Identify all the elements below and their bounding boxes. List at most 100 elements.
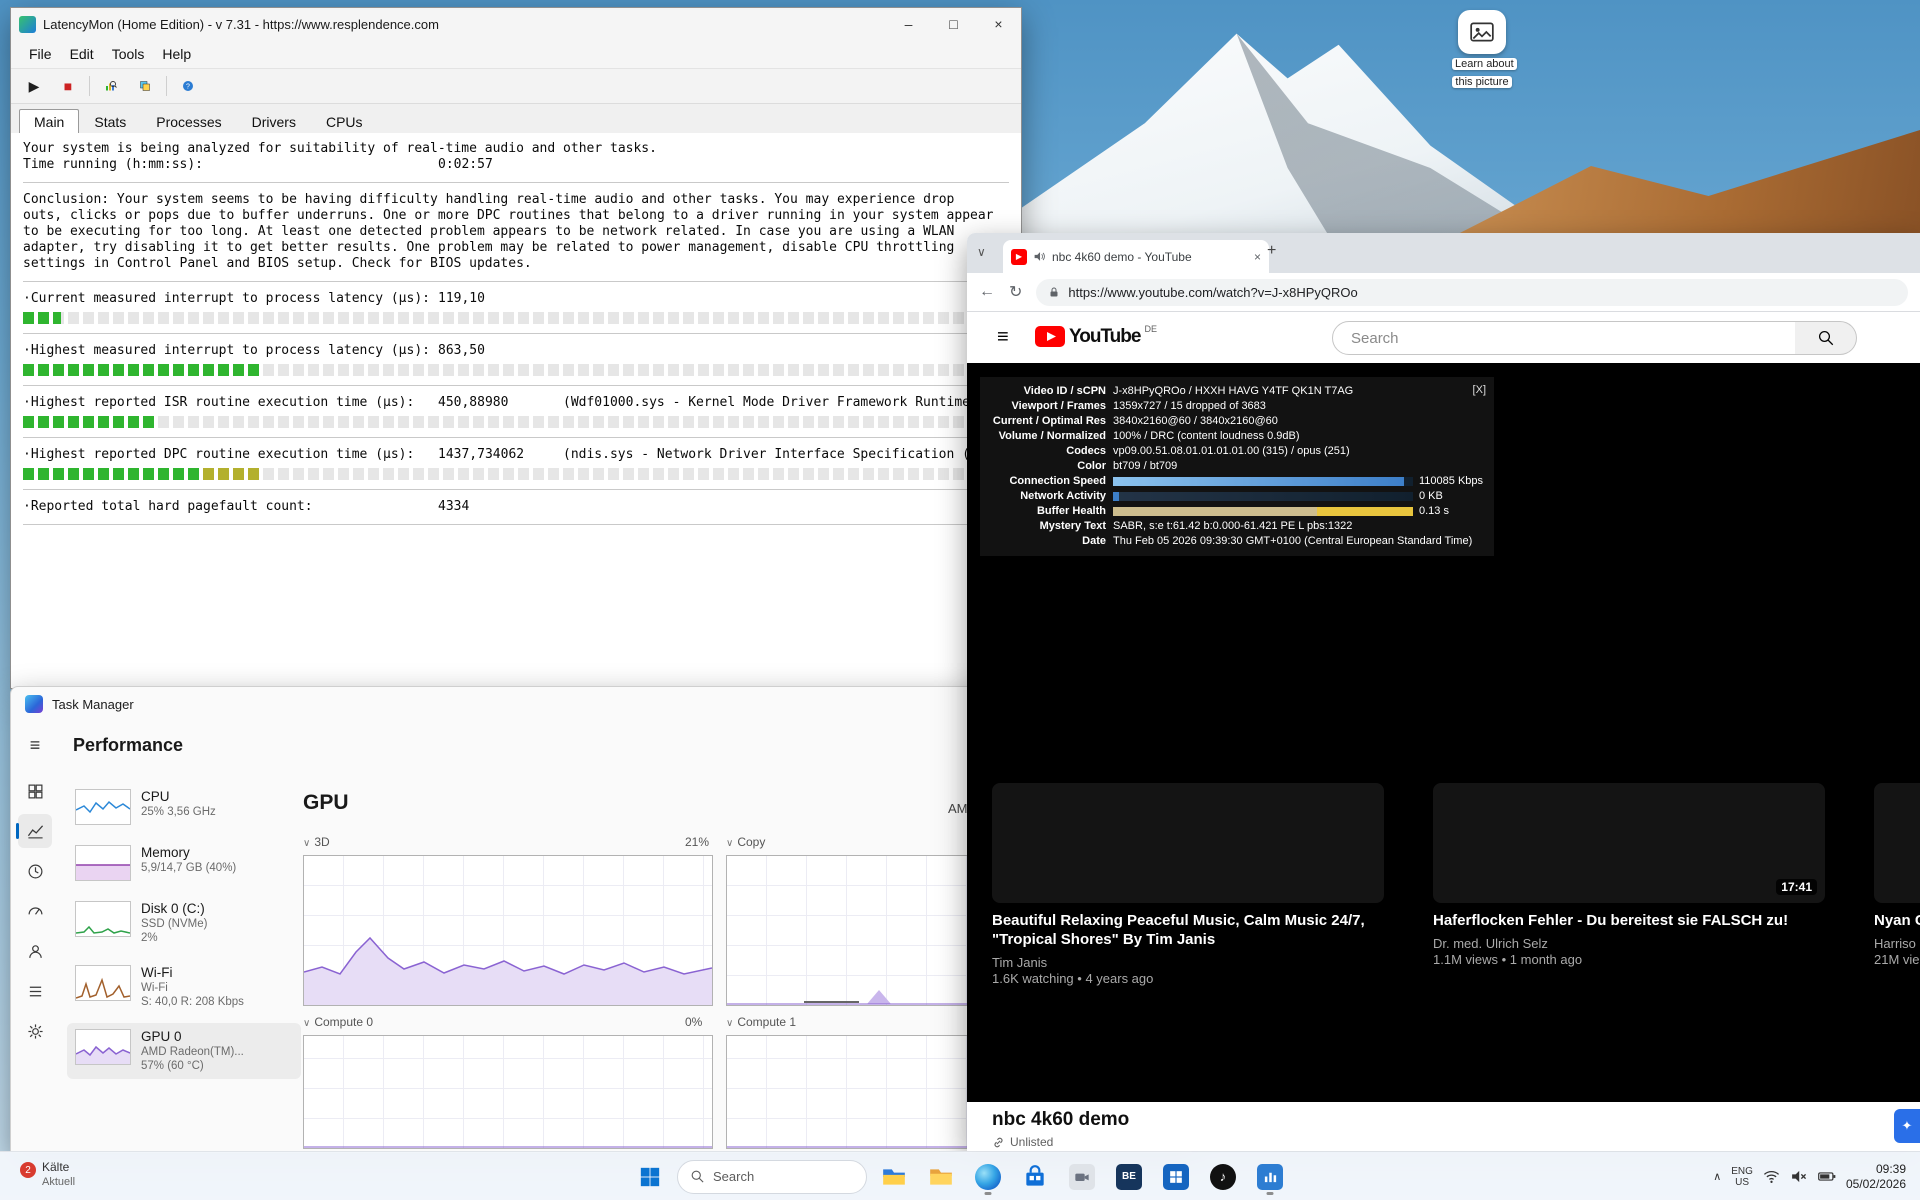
separator [23, 281, 1009, 282]
youtube-search-box[interactable] [1332, 321, 1796, 355]
language-indicator[interactable]: ENG US [1731, 1166, 1753, 1188]
taskbar-app-be[interactable]: BE [1109, 1157, 1149, 1197]
picture-info-icon[interactable] [1458, 10, 1506, 54]
metric-value: 119,10 [438, 291, 485, 307]
tab-main[interactable]: Main [19, 109, 79, 135]
youtube-search-input[interactable] [1349, 329, 1754, 348]
clock-time: 09:39 [1846, 1162, 1906, 1177]
start-button[interactable] [630, 1157, 670, 1197]
minimize-button[interactable]: – [886, 8, 931, 40]
latencymon-toolbar: ▶ ■ ? [11, 69, 1021, 104]
youtube-menu-icon[interactable]: ≡ [997, 326, 1009, 349]
menu-edit[interactable]: Edit [62, 43, 102, 65]
nav-details-icon[interactable] [18, 974, 52, 1008]
video-player[interactable]: [X] Video ID / sCPNJ-x8HPyQROo / HXXH HA… [967, 363, 1920, 1102]
analyze-chart-button[interactable] [98, 74, 124, 98]
battery-icon[interactable] [1817, 1168, 1836, 1185]
nav-startup-apps-icon[interactable] [18, 894, 52, 928]
back-button[interactable]: ← [979, 283, 995, 301]
tab-audio-icon[interactable] [1033, 250, 1046, 263]
suggested-video-card[interactable]: Beautiful Relaxing Peaceful Music, Calm … [992, 783, 1384, 987]
chart-compute1-label[interactable]: ∨Compute 1 [726, 1015, 796, 1029]
tab-title: nbc 4k60 demo - YouTube [1052, 250, 1248, 264]
stats-row: Colorbt709 / bt709 [988, 459, 1486, 474]
tab-cpus[interactable]: CPUs [311, 109, 378, 135]
folder-icon [928, 1164, 954, 1190]
svg-text:?: ? [186, 84, 190, 91]
hamburger-icon[interactable]: ≡ [30, 735, 41, 756]
taskbar-app-grid[interactable] [1156, 1157, 1196, 1197]
new-tab-button[interactable]: + [1267, 242, 1276, 260]
sidebar-item-gpu[interactable]: GPU 0AMD Radeon(TM)...57% (60 °C) [67, 1023, 301, 1079]
tab-stats[interactable]: Stats [79, 109, 141, 135]
windows-stack-button[interactable] [132, 74, 158, 98]
chart-copy-label[interactable]: ∨Copy [726, 835, 765, 849]
stats-row: Viewport / Frames1359x727 / 15 dropped o… [988, 399, 1486, 414]
taskbar-app-latencymon[interactable] [1250, 1157, 1290, 1197]
play-button[interactable]: ▶ [21, 74, 47, 98]
stats-row: Video ID / sCPNJ-x8HPyQROo / HXXH HAVG Y… [988, 384, 1486, 399]
taskbar: 2 Kälte Aktuell Search [0, 1151, 1920, 1200]
stats-close-button[interactable]: [X] [1473, 383, 1486, 398]
nav-services-icon[interactable] [18, 1014, 52, 1048]
youtube-region-label: DE [1144, 324, 1157, 334]
wifi-icon[interactable] [1763, 1168, 1780, 1185]
chart-3d-label[interactable]: ∨3D [303, 835, 330, 849]
sidebar-item-disk[interactable]: Disk 0 (C:)SSD (NVMe)2% [67, 895, 301, 951]
sidebar-item-memory[interactable]: Memory5,9/14,7 GB (40%) [67, 839, 301, 887]
widgets-weather-button[interactable]: 2 Kälte Aktuell [14, 1158, 81, 1191]
maximize-button[interactable]: □ [931, 8, 976, 40]
youtube-logo[interactable]: YouTube DE [1035, 326, 1157, 348]
toolbar-separator [166, 76, 167, 96]
video-thumbnail[interactable]: 17:41 [1433, 783, 1825, 903]
nav-users-icon[interactable] [18, 934, 52, 968]
suggested-video-card[interactable]: 17:41 Haferflocken Fehler - Du bereitest… [1433, 783, 1825, 968]
latencymon-titlebar[interactable]: LatencyMon (Home Edition) - v 7.31 - htt… [11, 8, 1021, 40]
visibility-badge: Unlisted [992, 1135, 1053, 1149]
tab-search-icon[interactable]: ∨ [977, 245, 986, 259]
page-title: Performance [73, 735, 183, 756]
tab-processes[interactable]: Processes [141, 109, 236, 135]
taskbar-app-camera[interactable] [1062, 1157, 1102, 1197]
unlisted-link-icon [992, 1136, 1005, 1149]
stop-button[interactable]: ■ [55, 74, 81, 98]
chart-compute0-label[interactable]: ∨Compute 0 [303, 1015, 373, 1029]
latencymon-window: LatencyMon (Home Edition) - v 7.31 - htt… [10, 7, 1022, 689]
sidebar-item-wifi[interactable]: Wi-FiWi-FiS: 40,0 R: 208 Kbps [67, 959, 301, 1015]
tab-drivers[interactable]: Drivers [237, 109, 311, 135]
video-thumbnail[interactable] [1874, 783, 1920, 903]
task-manager-nav-rail: ≡ [11, 721, 59, 1152]
browser-tab-active[interactable]: ▶ nbc 4k60 demo - YouTube × [1003, 240, 1269, 273]
taskbar-app-edge[interactable] [968, 1157, 1008, 1197]
sidebar-item-cpu[interactable]: CPU25% 3,56 GHz [67, 783, 301, 831]
learn-about-picture-widget[interactable]: Learn about this picture [1452, 10, 1512, 90]
suggested-video-card[interactable]: Nyan C Harriso 21M vie [1874, 783, 1920, 968]
taskbar-clock[interactable]: 09:39 05/02/2026 [1846, 1162, 1906, 1192]
tab-close-icon[interactable]: × [1254, 250, 1261, 264]
close-button[interactable]: × [976, 8, 1021, 40]
youtube-search-button[interactable] [1795, 321, 1857, 355]
taskbar-app-store[interactable] [1015, 1157, 1055, 1197]
nav-processes-icon[interactable] [18, 774, 52, 808]
nav-app-history-icon[interactable] [18, 854, 52, 888]
taskbar-app-file-explorer[interactable] [874, 1157, 914, 1197]
video-thumbnail[interactable] [992, 783, 1384, 903]
tray-overflow-icon[interactable]: ∧ [1713, 1170, 1721, 1183]
separator [23, 333, 1009, 334]
nav-performance-icon[interactable] [18, 814, 52, 848]
taskbar-app-music[interactable]: ♪ [1203, 1157, 1243, 1197]
refresh-button[interactable]: ↻ [1009, 282, 1022, 302]
latencymon-main-report: Your system is being analyzed for suitab… [11, 133, 1021, 688]
metric-isr-time: ·Highest reported ISR routine execution … [23, 395, 1009, 428]
menu-help[interactable]: Help [154, 43, 199, 65]
browser-floating-widget[interactable]: ✦ [1894, 1109, 1920, 1143]
address-bar[interactable]: https://www.youtube.com/watch?v=J-x8HPyQ… [1036, 279, 1908, 306]
stats-row-buffer-health: Buffer Health0.13 s [988, 504, 1486, 519]
help-button[interactable]: ? [175, 74, 201, 98]
menu-tools[interactable]: Tools [104, 43, 153, 65]
volume-muted-icon[interactable] [1790, 1168, 1807, 1185]
taskbar-search-box[interactable]: Search [677, 1160, 867, 1194]
stats-row: DateThu Feb 05 2026 09:39:30 GMT+0100 (C… [988, 534, 1486, 549]
taskbar-app-folder[interactable] [921, 1157, 961, 1197]
menu-file[interactable]: File [21, 43, 60, 65]
